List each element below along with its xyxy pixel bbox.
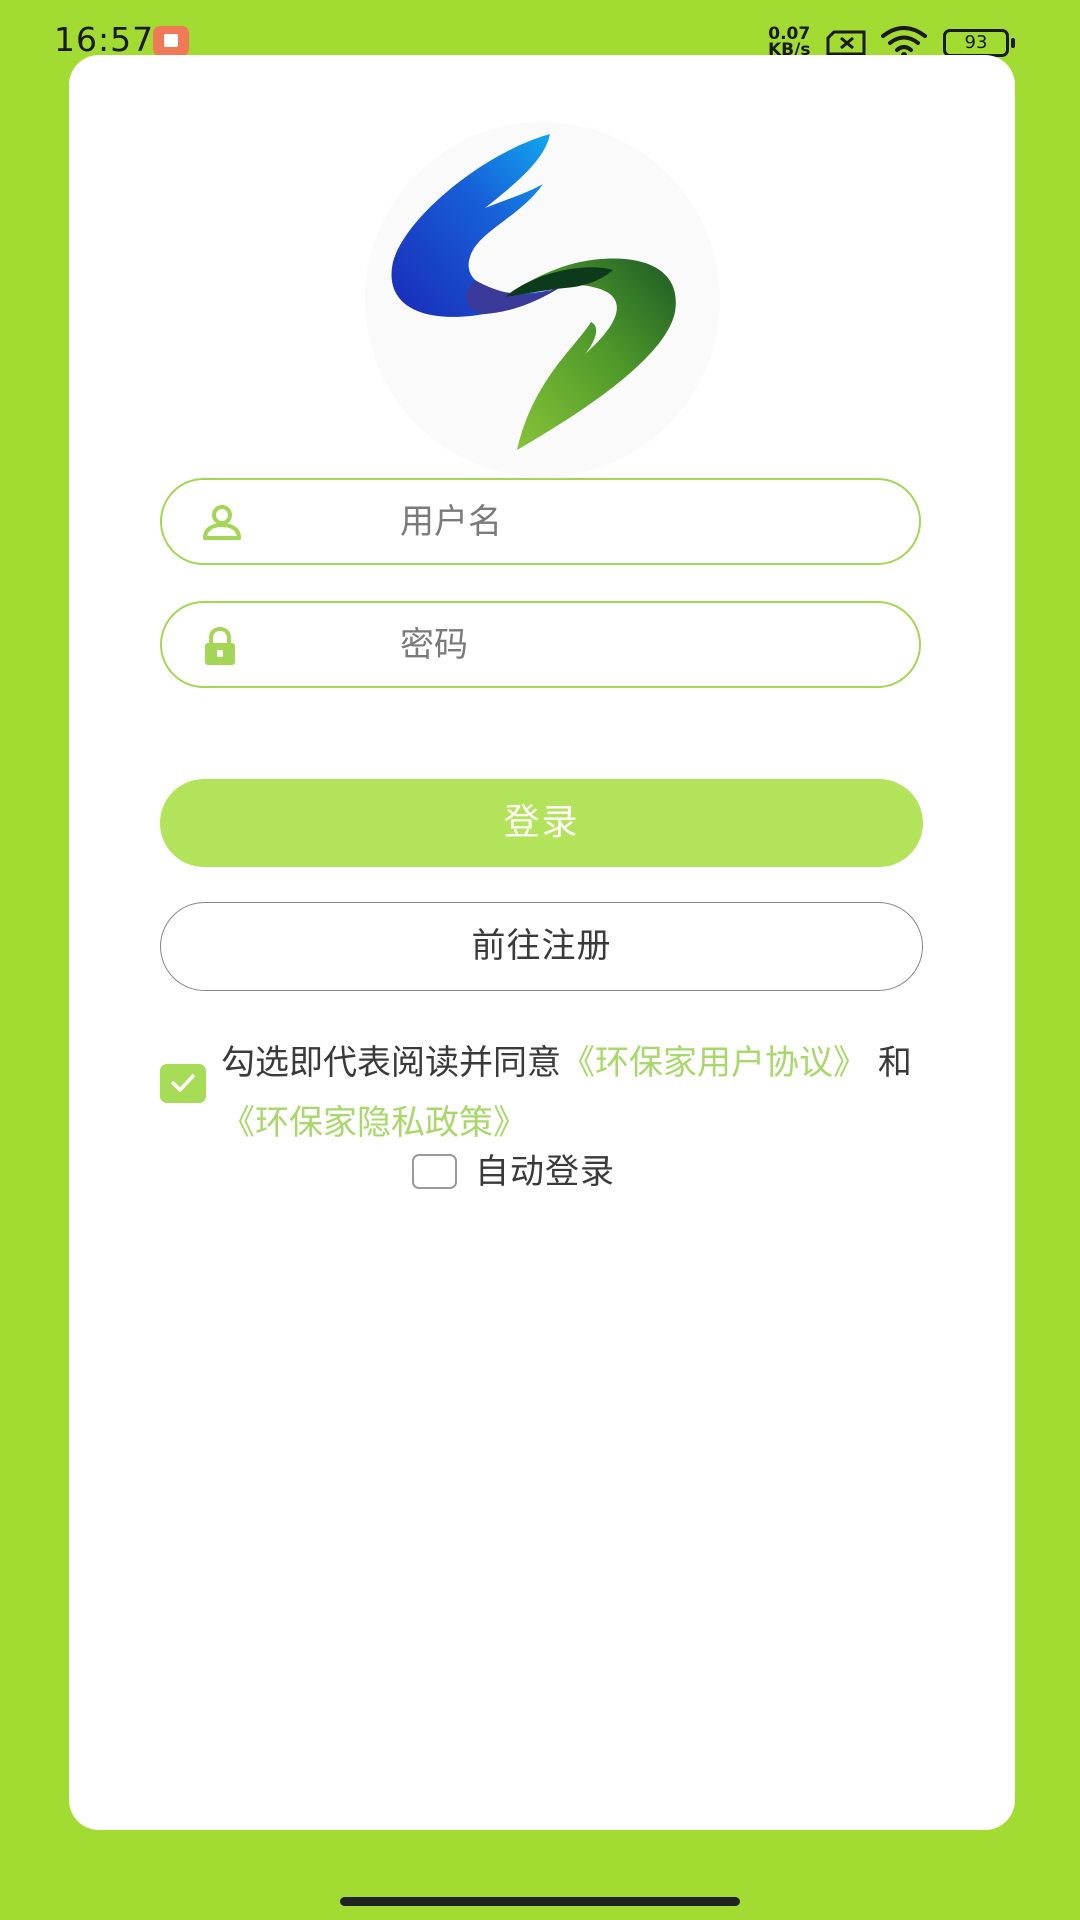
home-indicator[interactable] — [340, 1897, 740, 1906]
agreement-prefix: 勾选即代表阅读并同意 — [221, 1043, 561, 1083]
checkmark-icon — [171, 1074, 195, 1092]
login-card: 登录 前往注册 勾选即代表阅读并同意《环保家用户协议》 和 《环保家隐私政策》 … — [69, 55, 1015, 1830]
agreement-conjunction: 和 — [877, 1043, 912, 1083]
agreement-checkbox[interactable] — [160, 1064, 206, 1103]
register-button[interactable]: 前往注册 — [160, 902, 923, 991]
wifi-icon — [881, 26, 927, 58]
login-button[interactable]: 登录 — [160, 779, 923, 867]
battery-icon: 93 — [943, 29, 1015, 57]
username-field[interactable] — [160, 478, 921, 565]
password-input[interactable] — [282, 603, 882, 686]
password-field[interactable] — [160, 601, 921, 688]
privacy-policy-link[interactable]: 《环保家隐私政策》 — [221, 1103, 527, 1143]
user-agreement-link[interactable]: 《环保家用户协议》 — [561, 1043, 867, 1083]
user-icon — [203, 505, 241, 540]
auto-login-checkbox[interactable] — [412, 1154, 457, 1189]
network-speed: 0.07 KB/s — [768, 26, 810, 59]
auto-login-label[interactable]: 自动登录 — [475, 1147, 615, 1197]
battery-level: 93 — [964, 32, 988, 53]
sim-error-icon — [826, 30, 866, 56]
app-notification-icon — [153, 26, 189, 56]
lock-icon — [205, 627, 235, 665]
username-input[interactable] — [282, 480, 882, 563]
status-time: 16:57 — [54, 20, 155, 59]
app-logo — [365, 122, 720, 477]
agreement-text: 勾选即代表阅读并同意《环保家用户协议》 和 《环保家隐私政策》 — [221, 1033, 941, 1153]
